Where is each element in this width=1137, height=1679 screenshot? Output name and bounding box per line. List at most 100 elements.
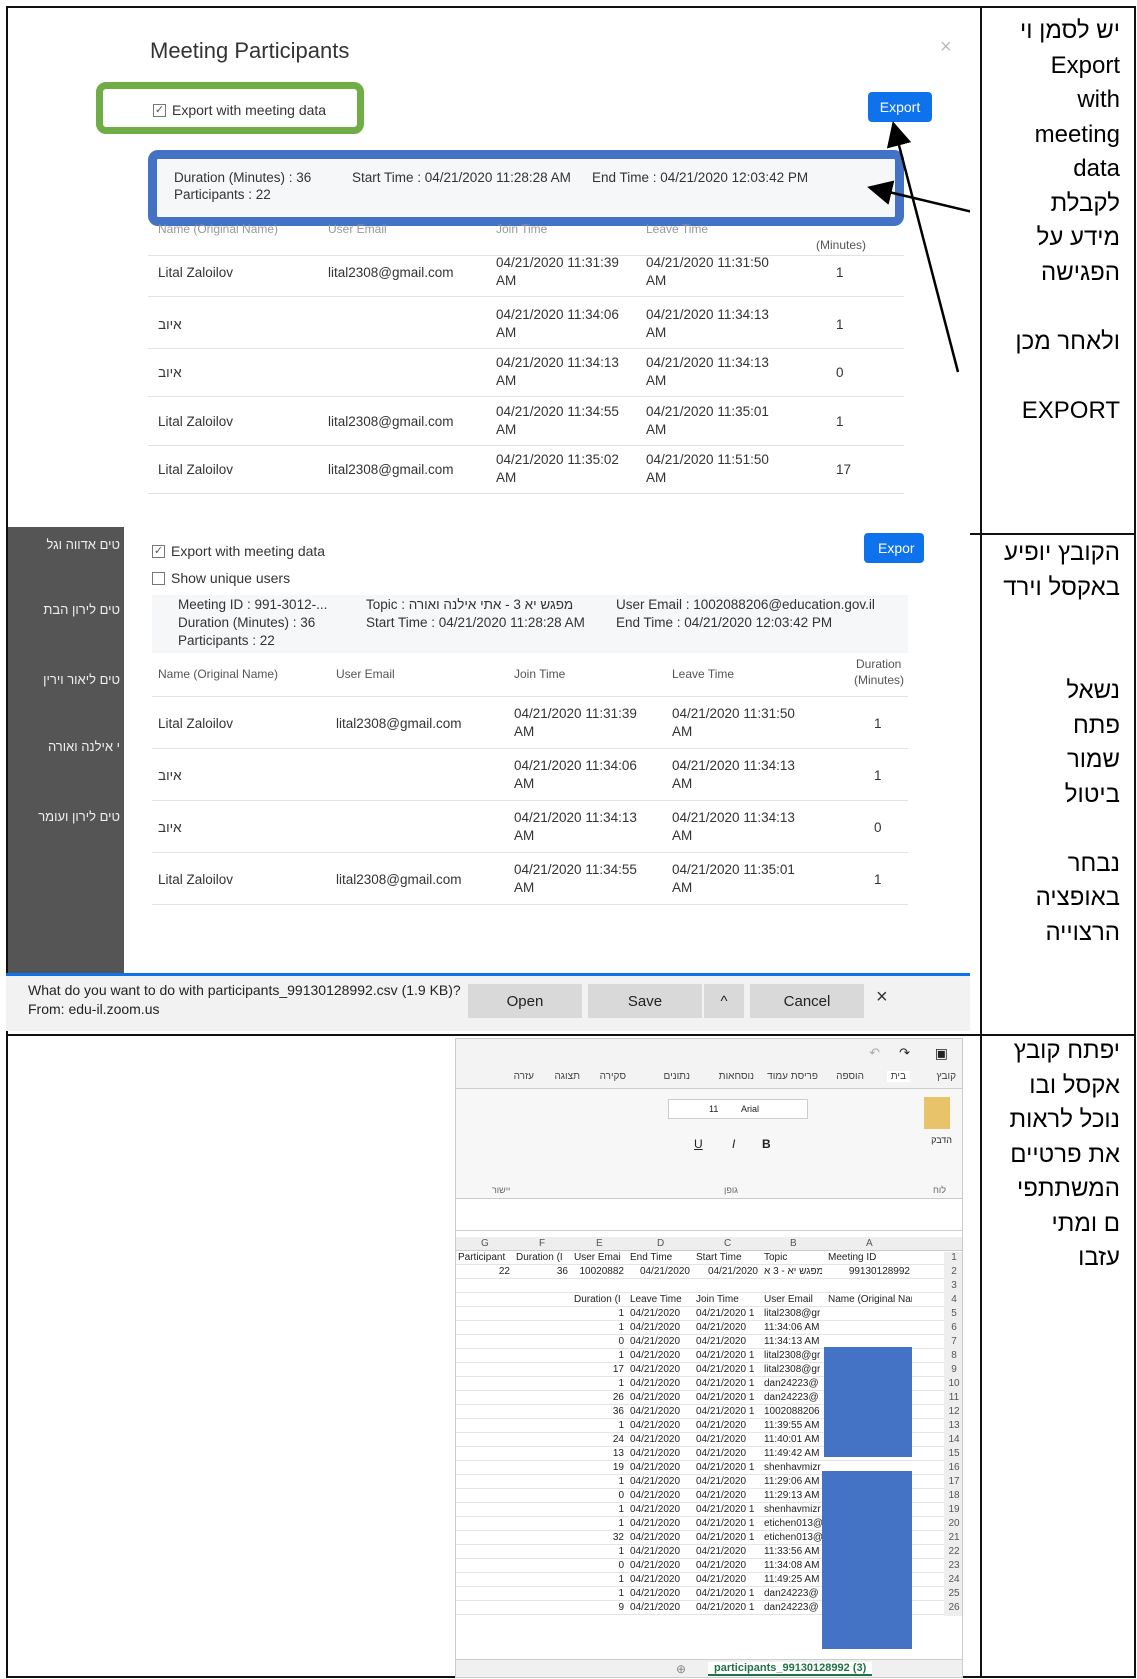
cell[interactable]: 04/21/2020 [630, 1420, 692, 1431]
cell[interactable]: 04/21/2020 [630, 1462, 692, 1473]
meeting-list-item[interactable]: טים אדווה וגל [46, 537, 120, 552]
save-button[interactable]: Save [588, 984, 702, 1018]
cell[interactable]: Start Time [696, 1252, 760, 1263]
cell[interactable]: 11:39:55 AM [764, 1420, 824, 1431]
cell[interactable]: End Time [630, 1252, 692, 1263]
paste-icon[interactable] [924, 1097, 950, 1129]
italic-icon[interactable]: I [732, 1137, 735, 1151]
cell[interactable]: 04/21/2020 [630, 1266, 690, 1277]
cell[interactable]: 04/21/2020 1 [696, 1392, 760, 1403]
row-number[interactable]: 11 [944, 1392, 962, 1406]
cell[interactable]: 1 [574, 1322, 624, 1333]
cell[interactable]: 04/21/2020 [630, 1364, 692, 1375]
bold-icon[interactable]: B [762, 1137, 771, 1151]
ribbon-tab[interactable]: קובץ [936, 1071, 956, 1082]
cell[interactable]: 04/21/2020 [696, 1322, 760, 1333]
cell[interactable]: 1 [574, 1518, 624, 1529]
meeting-list-item[interactable]: י אילנה ואורה [48, 739, 120, 754]
cell[interactable]: 22 [458, 1266, 510, 1277]
cell[interactable]: 1 [574, 1420, 624, 1431]
cell[interactable]: 04/21/2020 [630, 1588, 692, 1599]
cell[interactable]: 04/21/2020 1 [696, 1504, 760, 1515]
cell[interactable]: 04/21/2020 [630, 1434, 692, 1445]
column-header[interactable]: A [866, 1238, 873, 1249]
cell[interactable]: 04/21/2020 [630, 1504, 692, 1515]
cell[interactable]: 04/21/2020 [630, 1378, 692, 1389]
cell[interactable]: dan24223@ [764, 1392, 824, 1403]
cell[interactable]: 13 [574, 1448, 624, 1459]
cell[interactable]: 11:40:01 AM [764, 1434, 824, 1445]
cell[interactable]: 0 [574, 1490, 624, 1501]
cell[interactable]: 1 [574, 1476, 624, 1487]
ribbon-tab[interactable]: בית [886, 1071, 910, 1082]
cell[interactable]: 04/21/2020 [696, 1574, 760, 1585]
cell[interactable]: 04/21/2020 1 [696, 1518, 760, 1529]
column-header[interactable]: E [596, 1238, 603, 1249]
cell[interactable]: 11:29:06 AM [764, 1476, 824, 1487]
open-button[interactable]: Open [468, 984, 582, 1018]
cell[interactable]: Leave Time [630, 1294, 692, 1305]
redo-icon[interactable]: ↷ [899, 1045, 910, 1061]
cell[interactable]: 11:29:13 AM [764, 1490, 824, 1501]
cell[interactable]: 04/21/2020 1 [696, 1602, 760, 1613]
cell[interactable]: 04/21/2020 1 [696, 1532, 760, 1543]
cell[interactable]: 1002088206 [764, 1406, 824, 1417]
cell[interactable]: 04/21/2020 1 [696, 1364, 760, 1375]
undo-icon[interactable]: ↶ [869, 1045, 880, 1061]
cell[interactable]: 1 [574, 1350, 624, 1361]
cell[interactable]: 11:33:56 AM [764, 1546, 824, 1557]
column-header[interactable]: D [657, 1238, 664, 1249]
cell[interactable]: 11:34:06 AM [764, 1322, 824, 1333]
column-header[interactable]: B [790, 1238, 797, 1249]
row-number[interactable]: 19 [944, 1504, 962, 1518]
column-header[interactable]: C [724, 1238, 731, 1249]
column-header[interactable]: F [539, 1238, 545, 1249]
formula-bar[interactable] [456, 1205, 962, 1231]
cell[interactable]: 26 [574, 1392, 624, 1403]
cell[interactable]: 36 [574, 1406, 624, 1417]
row-number[interactable]: 13 [944, 1420, 962, 1434]
cell[interactable]: 04/21/2020 [630, 1490, 692, 1501]
cell[interactable]: 04/21/2020 [630, 1546, 692, 1557]
cell[interactable]: 04/21/2020 [696, 1434, 760, 1445]
cell[interactable]: 1 [574, 1378, 624, 1389]
ribbon-tab[interactable]: נוסחאות [719, 1071, 754, 1082]
cell[interactable]: shenhavmizr [764, 1504, 824, 1515]
close-icon[interactable]: × [876, 986, 888, 1009]
cell[interactable]: Topic [764, 1252, 824, 1263]
cell[interactable]: etichen013@ [764, 1518, 824, 1529]
cell[interactable]: 04/21/2020 [630, 1406, 692, 1417]
save-icon[interactable]: ▣ [935, 1045, 948, 1062]
cell[interactable]: lital2308@gr [764, 1364, 824, 1375]
cell[interactable]: Meeting ID [828, 1252, 912, 1263]
row-number[interactable]: 25 [944, 1588, 962, 1602]
underline-icon[interactable]: U [694, 1137, 703, 1151]
cell[interactable]: 04/21/2020 1 [696, 1308, 760, 1319]
cell[interactable]: 0 [574, 1560, 624, 1571]
row-number[interactable]: 20 [944, 1518, 962, 1532]
meeting-list-item[interactable]: טים לירון ועומר [38, 809, 120, 824]
row-number[interactable]: 18 [944, 1490, 962, 1504]
cell[interactable]: 11:49:25 AM [764, 1574, 824, 1585]
cell[interactable]: Join Time [696, 1294, 760, 1305]
cell[interactable]: 1 [574, 1504, 624, 1515]
cell[interactable]: 24 [574, 1434, 624, 1445]
row-number[interactable]: 12 [944, 1406, 962, 1420]
row-number[interactable]: 14 [944, 1434, 962, 1448]
cell[interactable]: 32 [574, 1532, 624, 1543]
cell[interactable]: 1 [574, 1574, 624, 1585]
export-with-meeting-data-checkbox-2[interactable]: ✓ Export with meeting data [152, 543, 325, 559]
row-number[interactable]: 7 [944, 1336, 962, 1350]
row-number[interactable]: 3 [944, 1280, 962, 1294]
meeting-list-item[interactable]: טים ליאור וירין [43, 672, 120, 687]
cell[interactable]: 04/21/2020 1 [696, 1378, 760, 1389]
row-number[interactable]: 15 [944, 1448, 962, 1462]
cell[interactable]: dan24223@ [764, 1378, 824, 1389]
cell[interactable]: 04/21/2020 [630, 1518, 692, 1529]
cell[interactable]: 04/21/2020 [696, 1476, 760, 1487]
row-number[interactable]: 24 [944, 1574, 962, 1588]
cell[interactable]: 04/21/2020 [630, 1308, 692, 1319]
cell[interactable]: Duration (I [516, 1252, 570, 1263]
cell[interactable]: 04/21/2020 1 [696, 1350, 760, 1361]
cell[interactable]: lital2308@gr [764, 1308, 824, 1319]
